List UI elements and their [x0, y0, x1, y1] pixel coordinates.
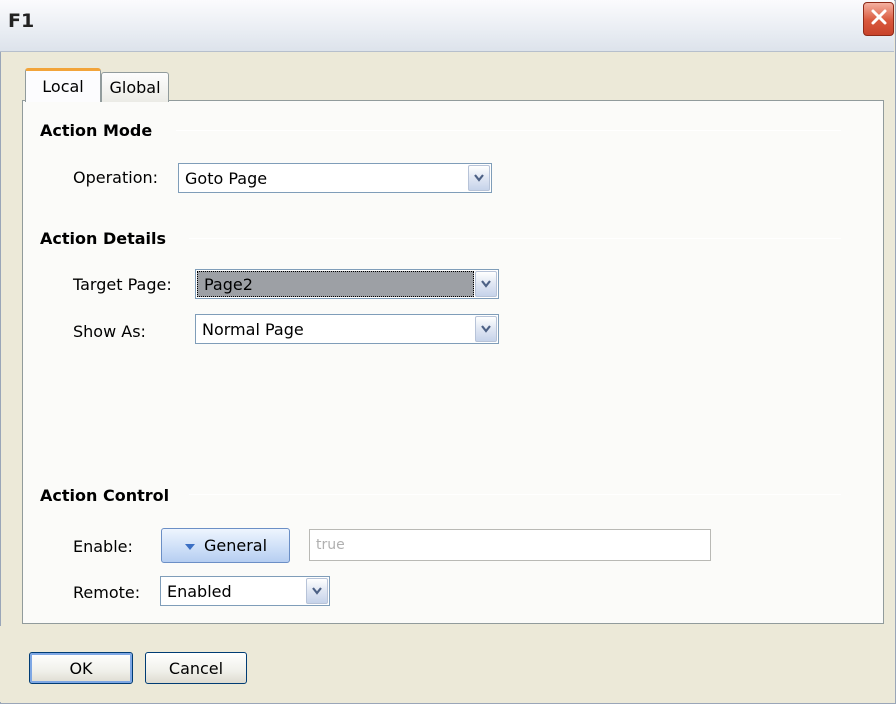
- operation-dropdown-button[interactable]: [468, 165, 490, 191]
- chevron-down-icon: [480, 279, 492, 289]
- cancel-button-label: Cancel: [168, 658, 224, 678]
- remote-dropdown-button[interactable]: [306, 578, 328, 604]
- operation-label: Operation:: [73, 168, 159, 187]
- enable-mode-button[interactable]: General: [161, 528, 290, 563]
- target-page-value: Page2: [197, 271, 474, 297]
- ok-button[interactable]: OK: [29, 652, 133, 684]
- show-as-dropdown-button[interactable]: [475, 316, 497, 342]
- enable-mode-label: General: [203, 536, 268, 555]
- remote-select[interactable]: Enabled: [160, 576, 330, 606]
- tab-label: Local: [42, 77, 84, 96]
- target-page-select[interactable]: Page2: [195, 269, 499, 299]
- section-title-action-control: Action Control: [40, 486, 170, 505]
- window-title: F1: [8, 10, 35, 32]
- enable-label: Enable:: [73, 537, 133, 556]
- close-button[interactable]: [863, 2, 894, 36]
- chevron-down-icon: [473, 173, 485, 183]
- section-title-action-mode: Action Mode: [40, 121, 153, 140]
- show-as-label: Show As:: [73, 322, 146, 341]
- title-bar[interactable]: F1: [0, 0, 894, 52]
- operation-value: Goto Page: [185, 168, 268, 188]
- ok-button-label: OK: [69, 658, 93, 678]
- tab-global[interactable]: Global: [101, 72, 169, 102]
- section-divider: [189, 238, 841, 239]
- section-divider: [189, 494, 841, 495]
- show-as-select[interactable]: Normal Page: [195, 314, 499, 344]
- enable-expression-value: true: [316, 537, 345, 553]
- remote-label: Remote:: [73, 583, 141, 602]
- enable-expression-field[interactable]: true: [309, 529, 711, 561]
- cancel-button[interactable]: Cancel: [145, 652, 247, 684]
- close-icon: [870, 8, 888, 30]
- section-title-action-details: Action Details: [40, 229, 167, 248]
- operation-select[interactable]: Goto Page: [178, 163, 492, 193]
- tab-local[interactable]: Local: [25, 68, 101, 102]
- chevron-down-icon: [311, 586, 323, 596]
- button-bar: [0, 626, 894, 702]
- show-as-value: Normal Page: [202, 319, 304, 339]
- target-page-label: Target Page:: [73, 275, 172, 294]
- chevron-down-icon: [480, 324, 492, 334]
- remote-value: Enabled: [167, 581, 232, 601]
- tab-label: Global: [109, 78, 161, 97]
- section-divider: [176, 130, 841, 131]
- target-page-dropdown-button[interactable]: [475, 271, 497, 297]
- triangle-down-icon: [184, 536, 196, 555]
